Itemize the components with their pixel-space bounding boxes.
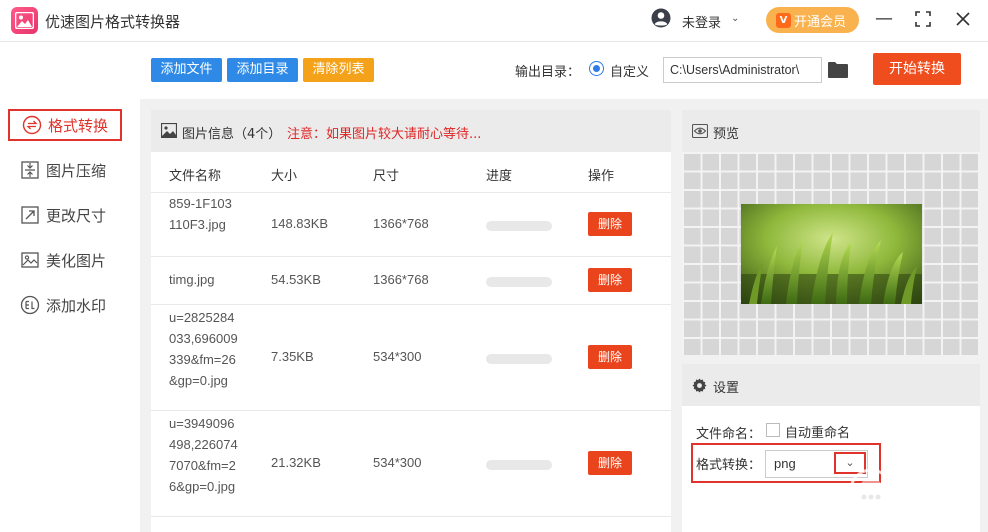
table-row-dims: 1366*768 <box>373 272 429 287</box>
column-size: 大小 <box>271 169 298 184</box>
table-row-dims: 1366*768 <box>373 216 429 231</box>
auto-rename-checkbox[interactable] <box>766 423 780 437</box>
watermark-url: luyouqi.com <box>904 500 966 511</box>
delete-button[interactable]: 删除 <box>588 212 632 236</box>
preview-header: 预览 <box>682 110 980 152</box>
preview-title: 预览 <box>713 127 740 142</box>
minimize-button[interactable]: — <box>872 8 896 32</box>
login-status[interactable]: 未登录 <box>682 12 721 31</box>
custom-radio-label[interactable]: 自定义 <box>610 61 649 80</box>
sidebar-item-label: 添加水印 <box>46 296 107 315</box>
column-dims: 尺寸 <box>373 169 400 184</box>
maximize-button[interactable] <box>911 8 935 32</box>
watermark-icon <box>20 295 40 315</box>
table-row-filename: 859-1F103110F3.jpg <box>169 196 232 232</box>
progress-bar <box>486 460 552 470</box>
delete-button[interactable]: 删除 <box>588 268 632 292</box>
watermark-text: 路由器 <box>900 475 975 503</box>
sidebar-item-label: 美化图片 <box>46 251 107 270</box>
app-logo <box>11 7 38 34</box>
settings-header: 设置 <box>682 364 980 406</box>
sidebar-item-beautify[interactable]: 美化图片 <box>8 244 122 276</box>
file-list-title: 图片信息（4个） <box>182 127 282 142</box>
table-row-dims: 534*300 <box>373 349 422 364</box>
vip-label: 开通会员 <box>794 14 847 30</box>
auto-rename-label[interactable]: 自动重命名 <box>785 422 850 441</box>
file-list-note: 注意：如果图片较大请耐心等待... <box>287 127 482 142</box>
sidebar-item-label: 图片压缩 <box>46 161 107 180</box>
column-name: 文件名称 <box>169 169 222 184</box>
settings-title: 设置 <box>713 381 740 396</box>
file-list-panel: 图片信息（4个） 注意：如果图片较大请耐心等待... 文件名称 大小 尺寸 进度… <box>151 110 671 532</box>
sidebar-item-resize[interactable]: 更改尺寸 <box>8 199 122 231</box>
divider <box>151 256 671 257</box>
file-naming-label: 文件命名： <box>696 427 762 442</box>
divider <box>151 304 671 305</box>
maximize-icon <box>915 11 931 27</box>
vip-icon: V <box>776 12 791 28</box>
format-label: 格式转换： <box>696 458 762 473</box>
user-avatar-icon[interactable] <box>651 8 671 28</box>
table-row-filename: u=2825284033,696009339&fm=26&gp=0.jpg <box>169 310 238 388</box>
table-row-size: 7.35KB <box>271 349 314 364</box>
sidebar-item-label: 更改尺寸 <box>46 206 107 225</box>
sidebar-item-watermark[interactable]: 添加水印 <box>8 289 122 321</box>
progress-bar <box>486 277 552 287</box>
preview-icon <box>692 124 708 138</box>
table-row-size: 148.83KB <box>271 216 329 231</box>
gear-icon <box>692 378 707 393</box>
vip-button[interactable]: V 开通会员 <box>766 7 859 33</box>
resize-icon <box>20 205 40 225</box>
watermark-logo: 路由器 luyouqi.com <box>848 463 988 518</box>
beautify-icon <box>20 250 40 270</box>
app-title: 优速图片格式转换器 <box>45 13 181 31</box>
progress-bar <box>486 221 552 231</box>
clear-list-button[interactable]: 清除列表 <box>303 58 374 82</box>
output-path-input[interactable]: C:\Users\Administrator\ <box>663 57 822 83</box>
add-file-button[interactable]: 添加文件 <box>151 58 222 82</box>
table-row-filename: u=3949096498,2260747070&fm=26&gp=0.jpg <box>169 416 238 494</box>
custom-radio[interactable] <box>589 61 604 76</box>
preview-image <box>741 204 922 304</box>
preview-panel: 预览 <box>682 110 980 355</box>
close-icon <box>956 12 970 26</box>
folder-icon[interactable] <box>828 61 848 78</box>
delete-button[interactable]: 删除 <box>588 345 632 369</box>
chevron-down-icon[interactable]: ⌄ <box>731 13 739 24</box>
add-directory-button[interactable]: 添加目录 <box>227 58 298 82</box>
table-row-size: 54.53KB <box>271 272 321 287</box>
sidebar-item-label: 格式转换 <box>48 116 109 135</box>
title-bar: 优速图片格式转换器 未登录 ⌄ V 开通会员 — <box>0 0 988 42</box>
close-button[interactable] <box>951 8 975 32</box>
divider <box>151 410 671 411</box>
delete-button[interactable]: 删除 <box>588 451 632 475</box>
file-list-header: 图片信息（4个） 注意：如果图片较大请耐心等待... <box>151 110 671 152</box>
table-row-dims: 534*300 <box>373 455 422 470</box>
start-convert-button[interactable]: 开始转换 <box>873 53 961 85</box>
column-action: 操作 <box>588 169 615 184</box>
format-convert-icon <box>22 115 42 135</box>
compress-icon <box>20 160 40 180</box>
format-select-value: png <box>774 456 796 471</box>
output-dir-label: 输出目录： <box>515 65 581 80</box>
sidebar-item-format-convert[interactable]: 格式转换 <box>8 109 122 141</box>
image-icon <box>161 123 177 138</box>
sidebar-item-compress[interactable]: 图片压缩 <box>8 154 122 186</box>
table-row-filename: timg.jpg <box>169 272 215 287</box>
column-progress: 进度 <box>486 169 513 184</box>
divider <box>151 516 671 517</box>
progress-bar <box>486 354 552 364</box>
table-row-size: 21.32KB <box>271 455 321 470</box>
